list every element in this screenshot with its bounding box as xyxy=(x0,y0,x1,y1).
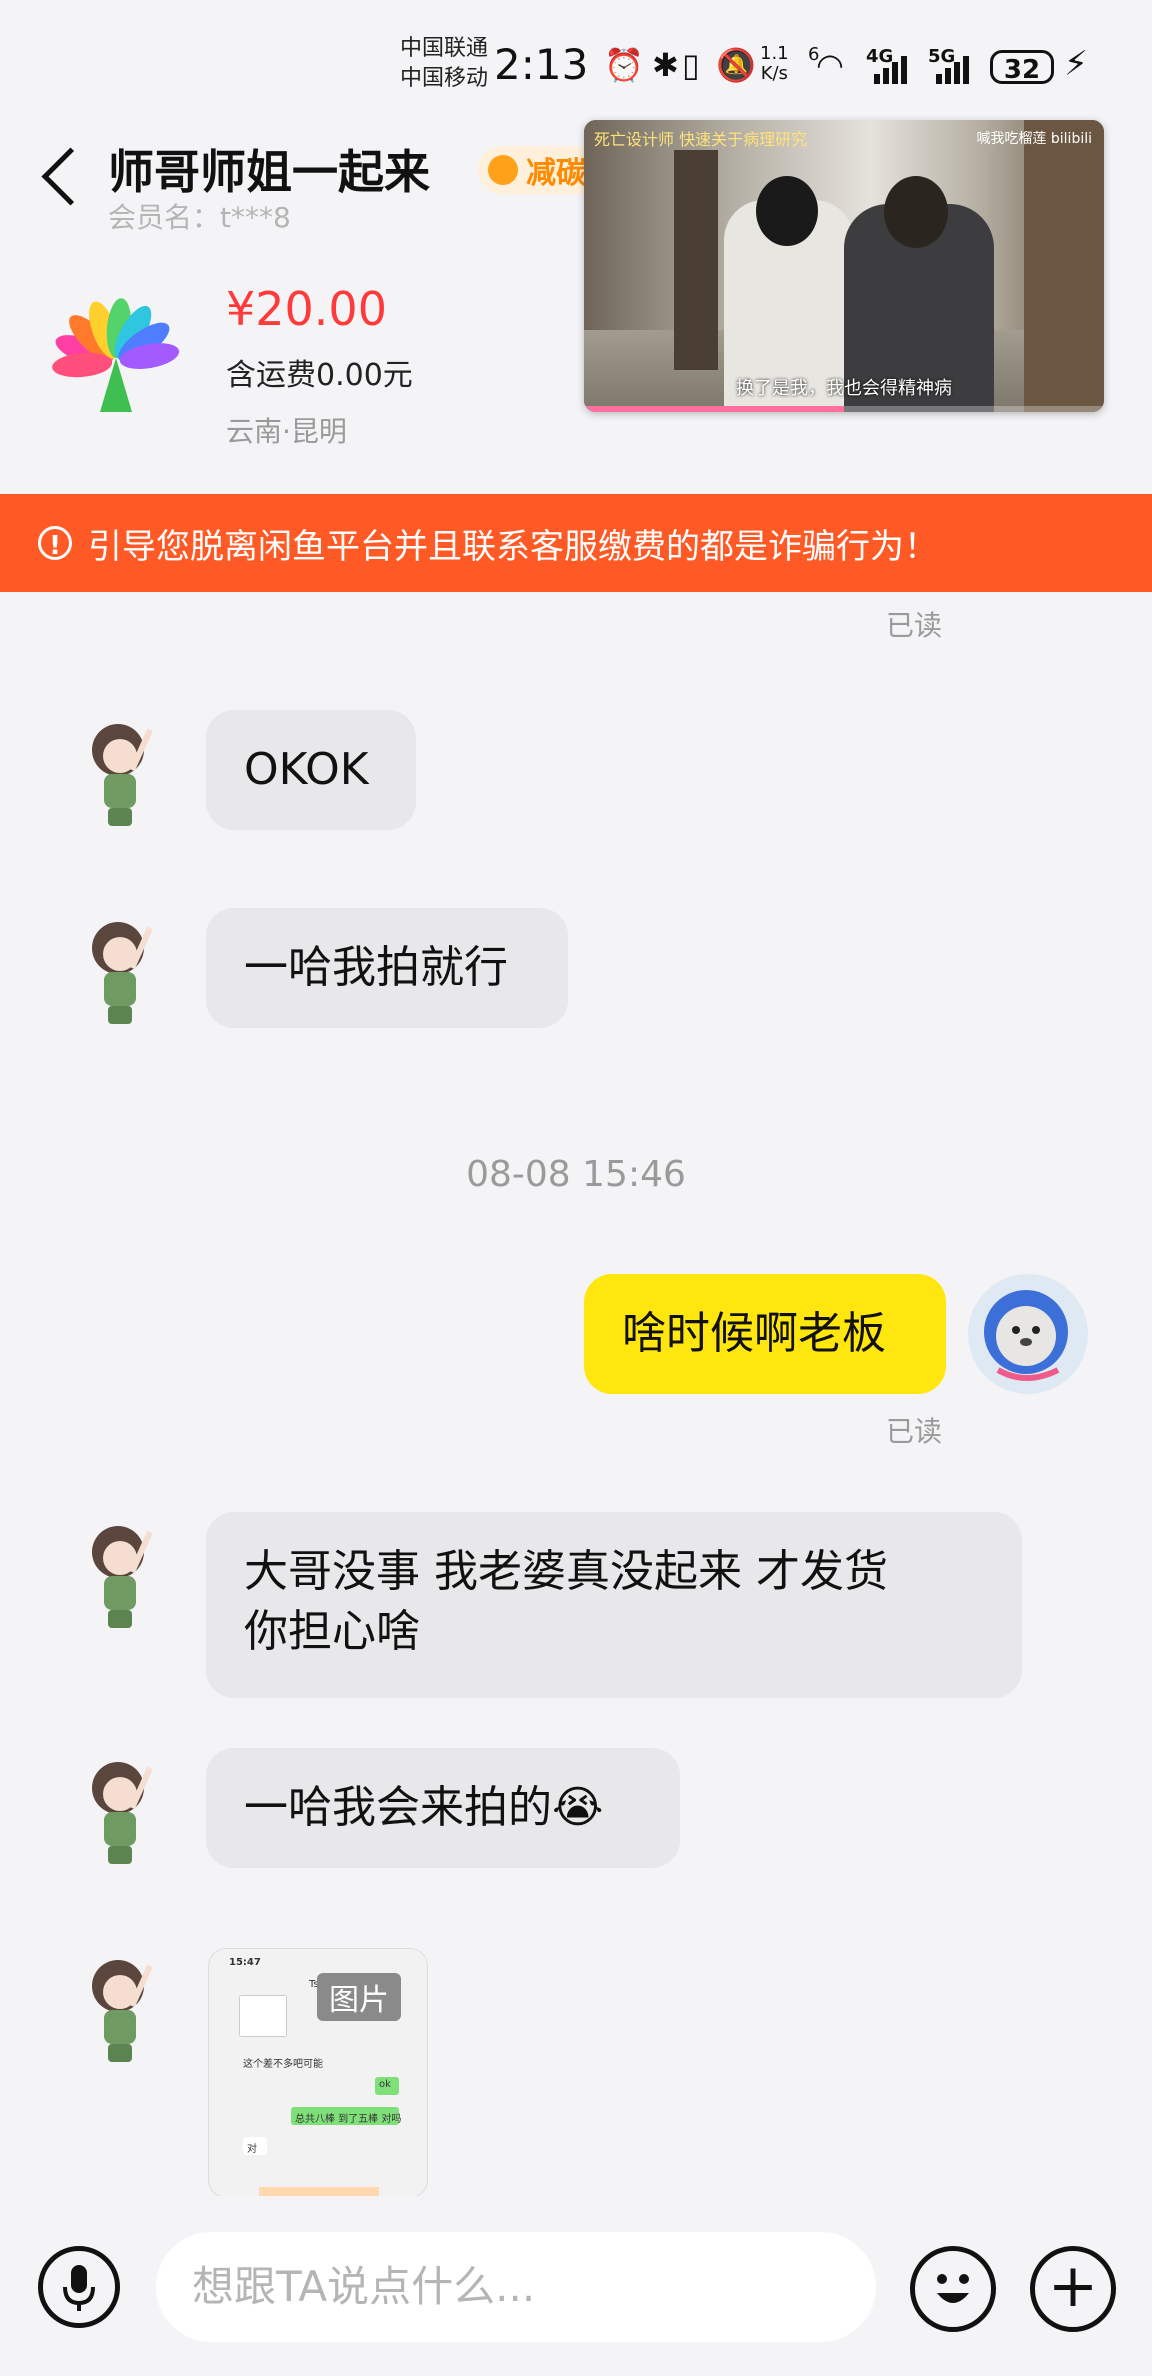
back-icon[interactable] xyxy=(41,147,100,206)
network-speed: 1.1 K/s xyxy=(760,44,789,84)
chat-title: 师哥师姐一起来 xyxy=(108,145,430,199)
fraud-warning-banner: ! 引导您脱离闲鱼平台并且联系客服缴费的都是诈骗行为！ xyxy=(0,494,1152,592)
product-location: 云南·昆明 xyxy=(226,415,347,448)
seller-avatar[interactable] xyxy=(70,1946,170,2066)
product-image[interactable] xyxy=(52,298,180,426)
member-name: 会员名：t***8 xyxy=(108,201,291,234)
low-carbon-label: 减碳 xyxy=(526,156,586,191)
image-message[interactable]: 15:47 Tsuki 这个差不多吧可能 ok 总共八棒 到了五棒 对吗 对 图… xyxy=(208,1948,428,2198)
chat-message[interactable]: 大哥没事 我老婆真没起来 才发货 你担心啥 xyxy=(206,1512,1022,1698)
vibrate-icon: ▯ xyxy=(682,46,700,84)
chat-message[interactable]: 一哈我会来拍的😭 xyxy=(206,1748,680,1868)
seller-avatar[interactable] xyxy=(70,1512,170,1632)
my-chat-message[interactable]: 啥时候啊老板 xyxy=(584,1274,946,1394)
wifi-icon: ◠ xyxy=(816,46,844,84)
image-tag: 图片 xyxy=(317,1973,401,2021)
message-text: 一哈我会来拍的😭 xyxy=(244,1782,604,1833)
product-price: ¥20.00 xyxy=(226,282,387,336)
alarm-icon: ⏰ xyxy=(604,46,644,84)
shipping-fee: 含运费0.00元 xyxy=(226,358,413,393)
battery-icon: 32 xyxy=(990,50,1054,85)
signal-5g-icon xyxy=(936,50,980,84)
video-progress-fill xyxy=(584,406,844,412)
status-time: 2:13 xyxy=(494,40,589,89)
image-mini-line: 总共八棒 到了五棒 对吗 xyxy=(295,2114,402,2125)
message-text-line: 大哥没事 我老婆真没起来 才发货 xyxy=(244,1546,888,1597)
read-receipt: 已读 xyxy=(886,609,943,642)
more-actions-button[interactable]: + xyxy=(1030,2246,1116,2332)
seller-avatar[interactable] xyxy=(70,710,170,830)
read-receipt: 已读 xyxy=(886,1415,943,1448)
carrier-1: 中国联通 xyxy=(400,36,489,61)
message-text: 啥时候啊老板 xyxy=(622,1308,886,1359)
mute-bell-icon: 🔕 xyxy=(716,46,756,84)
seller-avatar[interactable] xyxy=(70,908,170,1028)
warning-text: 引导您脱离闲鱼平台并且联系客服缴费的都是诈骗行为！ xyxy=(88,526,938,567)
video-top-caption: 死亡设计师 快速关于病理研究 xyxy=(594,130,808,149)
video-subtitle: 换了是我，我也会得精神病 xyxy=(736,378,952,399)
floating-video-window[interactable]: 死亡设计师 快速关于病理研究 喊我吃榴莲 bilibili 换了是我，我也会得精… xyxy=(584,120,1104,412)
message-text: OKOK xyxy=(244,744,369,795)
speed-unit: K/s xyxy=(760,63,788,84)
charging-icon: ⚡ xyxy=(1064,44,1088,84)
voice-button[interactable] xyxy=(38,2246,120,2328)
chat-message[interactable]: 一哈我拍就行 xyxy=(206,908,568,1028)
carrier-labels: 中国联通 中国移动 xyxy=(400,34,488,94)
low-carbon-badge[interactable]: 减碳 xyxy=(478,146,600,194)
bluetooth-icon: ✱ xyxy=(652,46,679,84)
message-text-line: 你担心啥 xyxy=(244,1606,420,1657)
signal-4g-icon xyxy=(874,50,918,84)
seller-avatar[interactable] xyxy=(70,1748,170,1868)
emoji-icon xyxy=(937,2274,969,2303)
leaf-icon xyxy=(488,155,518,185)
chat-timestamp: 08-08 15:46 xyxy=(466,1154,686,1195)
message-input[interactable]: 想跟TA说点什么... xyxy=(156,2232,876,2342)
image-mini-time: 15:47 xyxy=(229,1957,261,1968)
emoji-button[interactable] xyxy=(910,2246,996,2332)
status-bar: 中国联通 中国移动 2:13 ⏰ ✱ ▯ 🔕 1.1 K/s 6 ◠ 4G 5G… xyxy=(0,0,1152,120)
message-text: 一哈我拍就行 xyxy=(244,942,508,993)
microphone-icon xyxy=(63,2265,95,2311)
speed-value: 1.1 xyxy=(760,43,789,64)
image-mini-line: 对 xyxy=(247,2144,257,2155)
chat-message[interactable]: OKOK xyxy=(206,710,416,830)
video-brand: 喊我吃榴莲 bilibili xyxy=(976,131,1092,147)
video-progress-bar[interactable] xyxy=(584,406,1104,412)
plus-icon: + xyxy=(1047,2251,1099,2321)
image-mini-line: ok xyxy=(379,2079,391,2090)
carrier-2: 中国移动 xyxy=(400,66,489,91)
image-mini-line: 这个差不多吧可能 xyxy=(243,2059,323,2070)
my-avatar[interactable] xyxy=(968,1274,1088,1394)
warning-icon: ! xyxy=(38,526,72,561)
